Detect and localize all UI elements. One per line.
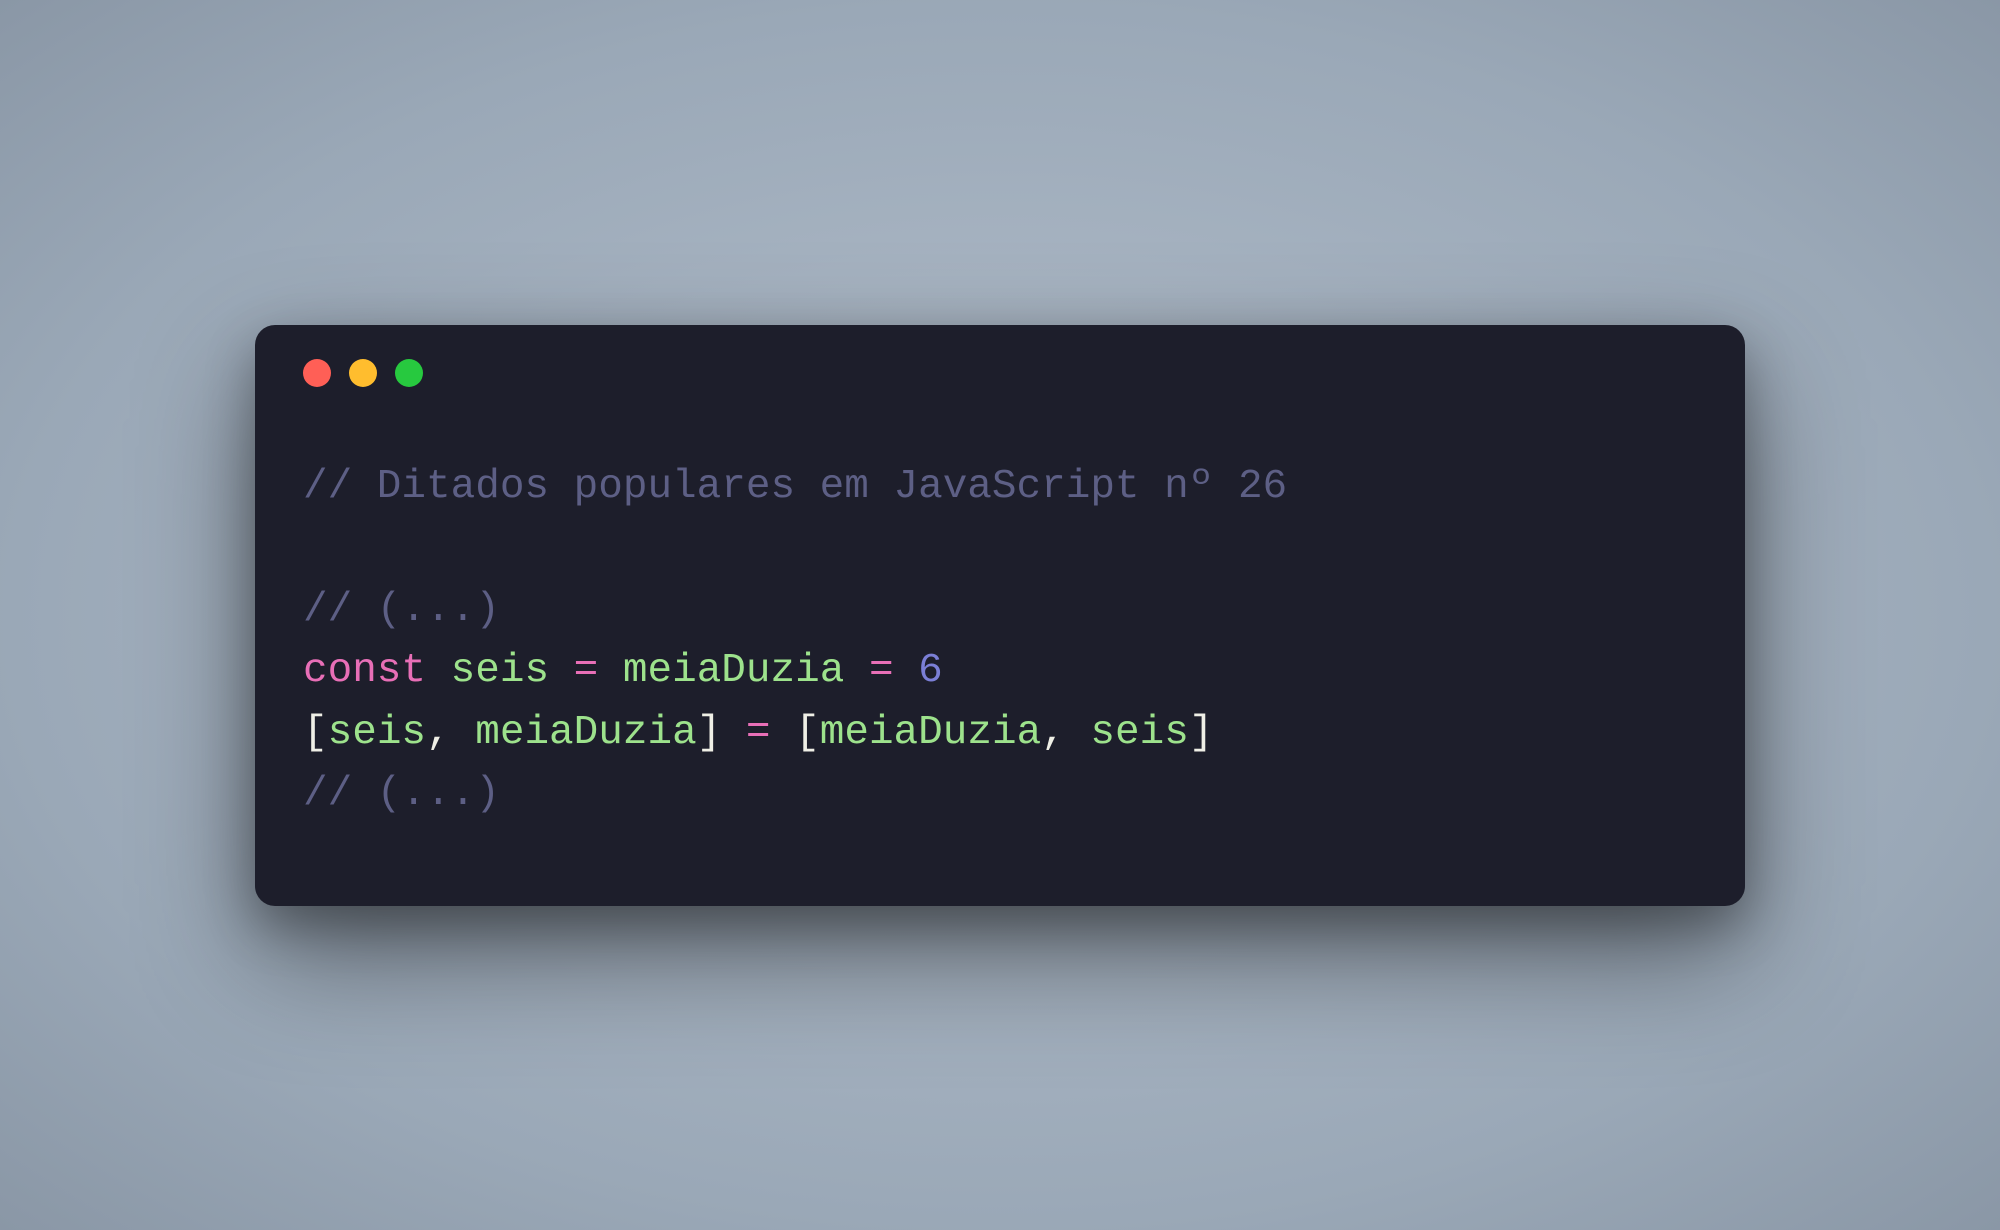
code-operator: = [574,648,599,694]
code-space [426,648,451,694]
code-punctuation: , [426,710,451,756]
code-variable: meiaDuzia [475,710,696,756]
code-space [894,648,919,694]
code-bracket: [ [303,710,328,756]
code-bracket: ] [1189,710,1214,756]
window-titlebar [255,325,1745,397]
code-space [549,648,574,694]
code-keyword: const [303,648,426,694]
close-icon[interactable] [303,359,331,387]
code-variable: seis [1090,710,1188,756]
maximize-icon[interactable] [395,359,423,387]
code-number: 6 [918,648,943,694]
code-space [771,710,796,756]
code-space [1066,710,1091,756]
code-bracket: [ [795,710,820,756]
code-bracket: ] [697,710,722,756]
code-operator: = [869,648,894,694]
code-comment: // (...) [303,587,500,633]
code-punctuation: , [1041,710,1066,756]
code-block: // Ditados populares em JavaScript nº 26… [255,397,1745,906]
blank-line [303,518,1697,580]
code-space [451,710,476,756]
code-comment: // (...) [303,771,500,817]
code-variable: seis [328,710,426,756]
code-space [598,648,623,694]
code-space [844,648,869,694]
code-variable: seis [451,648,549,694]
code-space [721,710,746,756]
minimize-icon[interactable] [349,359,377,387]
code-variable: meiaDuzia [820,710,1041,756]
code-variable: meiaDuzia [623,648,844,694]
code-operator: = [746,710,771,756]
code-window: // Ditados populares em JavaScript nº 26… [255,325,1745,906]
code-comment: // Ditados populares em JavaScript nº 26 [303,464,1287,510]
